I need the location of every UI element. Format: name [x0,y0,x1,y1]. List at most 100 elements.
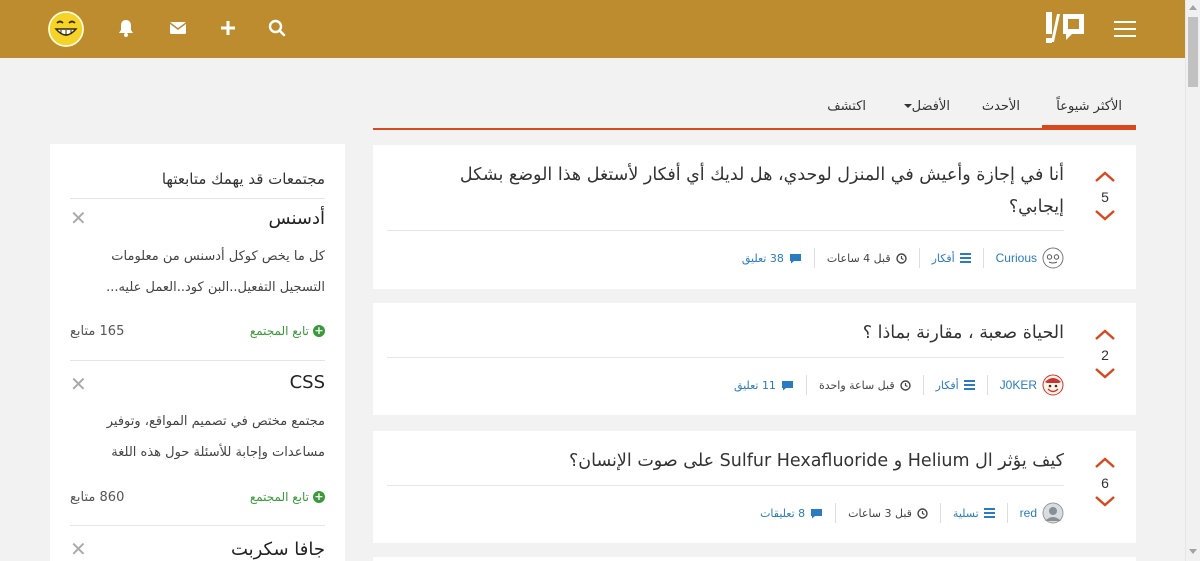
post-card: 6 كيف يؤثر ال Helium و Sulfur Hexafluori… [373,431,1136,543]
site-logo[interactable] [1046,12,1086,46]
follow-community-button[interactable]: + تابع المجتمع [250,490,325,504]
divider [387,485,1064,486]
scroll-thumb[interactable] [1188,17,1198,87]
time-label: قبل 3 ساعات [848,506,912,520]
post-category[interactable]: أفكار [936,379,975,392]
post-author[interactable]: red [1020,502,1064,524]
comments-label: 11 تعليق [733,378,776,392]
post-card: 2 الحياة صعبة ، مقارنة بماذا ؟ J0KER أفك… [373,303,1136,415]
follower-count: 860 متابع [70,490,125,505]
divider [387,230,1064,231]
community-name[interactable]: CSS [290,372,325,393]
top-header [0,0,1185,58]
author-avatar [1042,374,1064,396]
post-category[interactable]: تسلية [953,507,995,520]
author-name: red [1019,506,1037,520]
post-comments[interactable]: 38 تعليق [742,252,802,265]
divider [939,503,941,523]
author-avatar [1042,247,1064,269]
page-scrollbar[interactable] [1185,0,1200,561]
user-avatar[interactable] [48,11,84,47]
divider [805,375,807,395]
time-label: قبل ساعة واحدة [818,378,895,392]
upvote-icon[interactable] [1094,457,1116,469]
divider [70,360,325,361]
upvote-icon[interactable] [1094,329,1116,341]
divider [70,525,325,526]
sort-tabs: الأكثر شيوعاً الأحدث الأفضل اكتشف [373,88,1136,130]
post-title[interactable]: كيف يؤثر ال Helium و Sulfur Hexafluoride… [404,445,1064,477]
post-time: قبل 3 ساعات [848,507,928,520]
post-title[interactable]: الحياة صعبة ، مقارنة بماذا ؟ [404,317,1064,349]
comment-icon [789,253,801,263]
comment-icon [811,508,823,518]
vote-count: 5 [1101,189,1109,205]
list-icon [959,253,971,263]
category-label: تسلية [952,506,979,520]
category-label: أفكار [931,251,955,265]
tab-latest-label: الأحدث [981,99,1020,114]
post-author[interactable]: J0KER [1000,374,1064,396]
post-card [373,557,1136,561]
community-description: مجتمع مختص في تصميم المواقع، وتوفير مساع… [106,414,325,460]
divider [986,375,988,395]
post-category[interactable]: أفكار [932,252,971,265]
plus-icon: + [313,490,325,503]
sidebar-title: مجتمعات قد يهمك متابعتها [161,170,325,188]
author-name: Curious [995,251,1037,265]
mail-icon[interactable] [167,17,189,39]
tab-best-label: الأفضل [911,99,950,114]
author-avatar [1042,502,1064,524]
tab-latest[interactable]: الأحدث [982,88,1020,128]
category-label: أفكار [935,378,959,392]
tab-popular[interactable]: الأكثر شيوعاً [1042,88,1136,128]
vote-box: 5 [1088,171,1122,221]
post-meta: Curious أفكار قبل 4 ساعات 38 تعليق [387,243,1064,273]
divider [387,357,1064,358]
menu-icon[interactable] [1114,21,1136,37]
search-icon[interactable] [266,17,288,39]
divider [70,198,325,199]
close-icon[interactable]: ✕ [70,206,87,230]
scroll-up-icon[interactable] [1189,5,1197,10]
vote-count: 2 [1101,347,1109,363]
post-time: قبل ساعة واحدة [819,379,911,392]
post-time: قبل 4 ساعات [827,252,907,265]
vote-box: 2 [1088,329,1122,379]
divider [1006,503,1008,523]
bell-icon[interactable] [115,17,137,39]
follow-community-button[interactable]: + تابع المجتمع [250,324,325,338]
follower-count: 165 متابع [70,324,125,339]
post-title[interactable]: أنا في إجازة وأعيش في المنزل لوحدي، هل ل… [404,159,1064,223]
close-icon[interactable]: ✕ [70,537,87,561]
clock-icon [895,252,907,264]
plus-icon[interactable] [217,17,239,39]
scroll-down-icon[interactable] [1189,549,1197,554]
clock-icon [899,379,911,391]
downvote-icon[interactable] [1094,495,1116,507]
post-author[interactable]: Curious [996,247,1064,269]
comments-label: 8 تعليقات [760,506,806,520]
close-icon[interactable]: ✕ [70,372,87,396]
post-meta: J0KER أفكار قبل ساعة واحدة 11 تعليق [387,370,1064,400]
upvote-icon[interactable] [1094,171,1116,183]
tab-best[interactable]: الأفضل [898,88,950,128]
vote-box: 6 [1088,457,1122,507]
author-name: J0KER [999,378,1037,392]
community-name[interactable]: أدسنس [269,208,325,229]
divider [982,248,984,268]
divider [813,248,815,268]
community-name[interactable]: جافا سكربت [231,539,325,560]
tab-explore[interactable]: اكتشف [827,88,866,128]
post-comments[interactable]: 11 تعليق [734,379,794,392]
downvote-icon[interactable] [1094,367,1116,379]
follow-label: تابع المجتمع [249,324,309,338]
clock-icon [917,507,928,519]
comments-label: 38 تعليق [741,251,784,265]
post-comments[interactable]: 8 تعليقات [760,507,823,520]
downvote-icon[interactable] [1094,209,1116,221]
post-card: 5 أنا في إجازة وأعيش في المنزل لوحدي، هل… [373,145,1136,289]
tab-popular-label: الأكثر شيوعاً [1056,99,1122,114]
comment-icon [781,380,793,390]
divider [918,248,920,268]
